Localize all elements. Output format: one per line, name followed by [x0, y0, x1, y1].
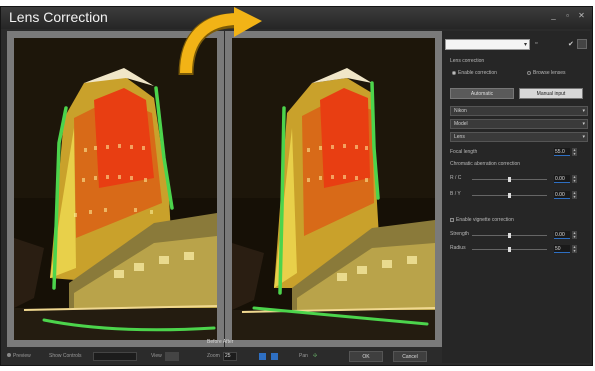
by-slider[interactable] [472, 193, 547, 198]
zoom-field[interactable]: 25 [223, 352, 237, 361]
rc-label: R / C [450, 175, 462, 181]
radius-slider-thumb[interactable] [508, 247, 511, 252]
lens-dropdown[interactable]: Lens ▾ [450, 132, 588, 142]
after-photo [232, 38, 435, 340]
by-field[interactable]: 0.00 [554, 191, 570, 199]
lens-correction-heading: Lens correction [450, 58, 485, 64]
after-preview-pane[interactable] [225, 31, 442, 347]
strength-field[interactable]: 0.00 [554, 231, 570, 239]
ok-button[interactable]: OK [349, 351, 383, 362]
focal-length-spinner[interactable]: ▴ ▾ [572, 148, 577, 156]
chromatic-heading: Chromatic aberration correction [450, 161, 521, 167]
focal-length-field[interactable]: 55.0 [554, 148, 570, 156]
browse-lenses-label: Browse lenses [533, 70, 566, 76]
vignette-label: Enable vignette correction [456, 217, 514, 223]
show-controls-dropdown[interactable] [93, 352, 137, 361]
model-value: Model [454, 121, 468, 127]
cancel-button[interactable]: Cancel [393, 351, 427, 362]
by-label: B / Y [450, 191, 461, 197]
show-controls-label: Show Controls [49, 353, 82, 359]
preset-dropdown[interactable]: ▾ [445, 39, 530, 50]
close-button[interactable]: ✕ [577, 11, 586, 20]
zoom-fit-icon[interactable] [271, 353, 278, 360]
strength-label: Strength [450, 231, 469, 237]
zoom-in-icon[interactable] [259, 353, 266, 360]
make-dropdown[interactable]: Nikon ▾ [450, 106, 588, 116]
model-dropdown[interactable]: Model ▾ [450, 119, 588, 129]
curved-arrow-icon [178, 7, 262, 76]
chevron-down-icon: ▾ [523, 42, 527, 48]
preview-label: Preview [13, 353, 31, 359]
strength-slider-thumb[interactable] [508, 233, 511, 238]
maximize-button[interactable]: ▫ [563, 11, 572, 20]
rc-slider[interactable] [472, 177, 547, 182]
zoom-label: Zoom [207, 353, 220, 359]
view-label: View [151, 353, 162, 359]
radius-spinner[interactable]: ▴ ▾ [572, 245, 577, 253]
browse-lenses-radio[interactable]: Browse lenses [527, 70, 566, 76]
bottom-toolbar: Preview Show Controls View Zoom 25 Pan ✣… [1, 349, 441, 365]
enable-correction-radio[interactable]: Enable correction [452, 70, 497, 76]
by-spinner[interactable]: ▴ ▾ [572, 191, 577, 199]
before-photo [14, 38, 217, 340]
settings-panel: ▾ ▫ ✔ Lens correction Enable correction … [442, 31, 590, 363]
manual-input-button[interactable]: Manual input [519, 88, 583, 99]
save-preset-icon[interactable]: ▫ [535, 40, 537, 47]
pan-icon[interactable]: ✣ [313, 353, 317, 359]
title-bar: Lens Correction _ ▫ ✕ [1, 7, 592, 29]
by-slider-thumb[interactable] [508, 193, 511, 198]
radius-slider[interactable] [472, 247, 547, 252]
before-preview-pane[interactable] [7, 31, 224, 347]
rc-slider-thumb[interactable] [508, 177, 511, 182]
preview-toggle[interactable]: Preview [7, 353, 31, 359]
focal-length-label: Focal length [450, 149, 478, 155]
window-title: Lens Correction [9, 9, 108, 25]
lens-correction-dialog: Lens Correction _ ▫ ✕ Before After Previ… [0, 6, 593, 366]
vignette-checkbox[interactable]: Enable vignette correction [450, 217, 514, 223]
automatic-button[interactable]: Automatic [450, 88, 514, 99]
lens-value: Lens [454, 134, 465, 140]
strength-slider[interactable] [472, 233, 547, 238]
pan-label: Pan [299, 353, 308, 359]
rc-field[interactable]: 0.00 [554, 175, 570, 183]
rc-spinner[interactable]: ▴ ▾ [572, 175, 577, 183]
reset-icon[interactable]: ✔ [568, 40, 574, 48]
help-button[interactable] [577, 39, 587, 49]
make-value: Nikon [454, 108, 467, 114]
minimize-button[interactable]: _ [549, 11, 558, 20]
view-mode-button[interactable] [165, 352, 179, 361]
radius-label: Radius [450, 245, 466, 251]
strength-spinner[interactable]: ▴ ▾ [572, 231, 577, 239]
enable-correction-label: Enable correction [458, 70, 497, 76]
radius-field[interactable]: 50 [554, 245, 570, 253]
before-after-label: Before After [207, 339, 234, 345]
